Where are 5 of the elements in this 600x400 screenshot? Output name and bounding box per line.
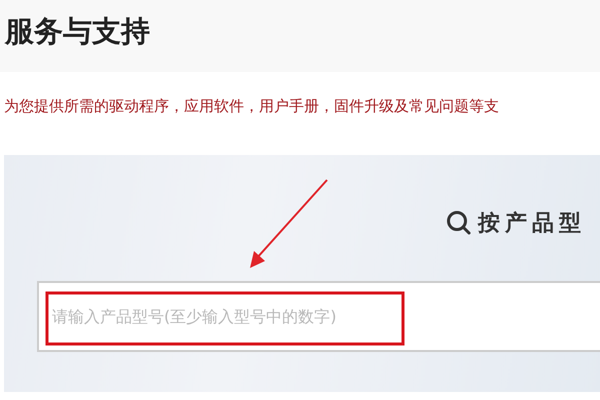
model-input-field[interactable]: 请输入产品型号(至少输入型号中的数字)	[37, 281, 600, 352]
page-title: 服务与支持	[5, 13, 150, 50]
search-heading: 按产品型	[478, 210, 586, 238]
subtitle: 为您提供所需的驱动程序，应用软件，用户手册，固件升级及常见问题等支	[3, 96, 500, 117]
search-icon	[446, 210, 472, 236]
